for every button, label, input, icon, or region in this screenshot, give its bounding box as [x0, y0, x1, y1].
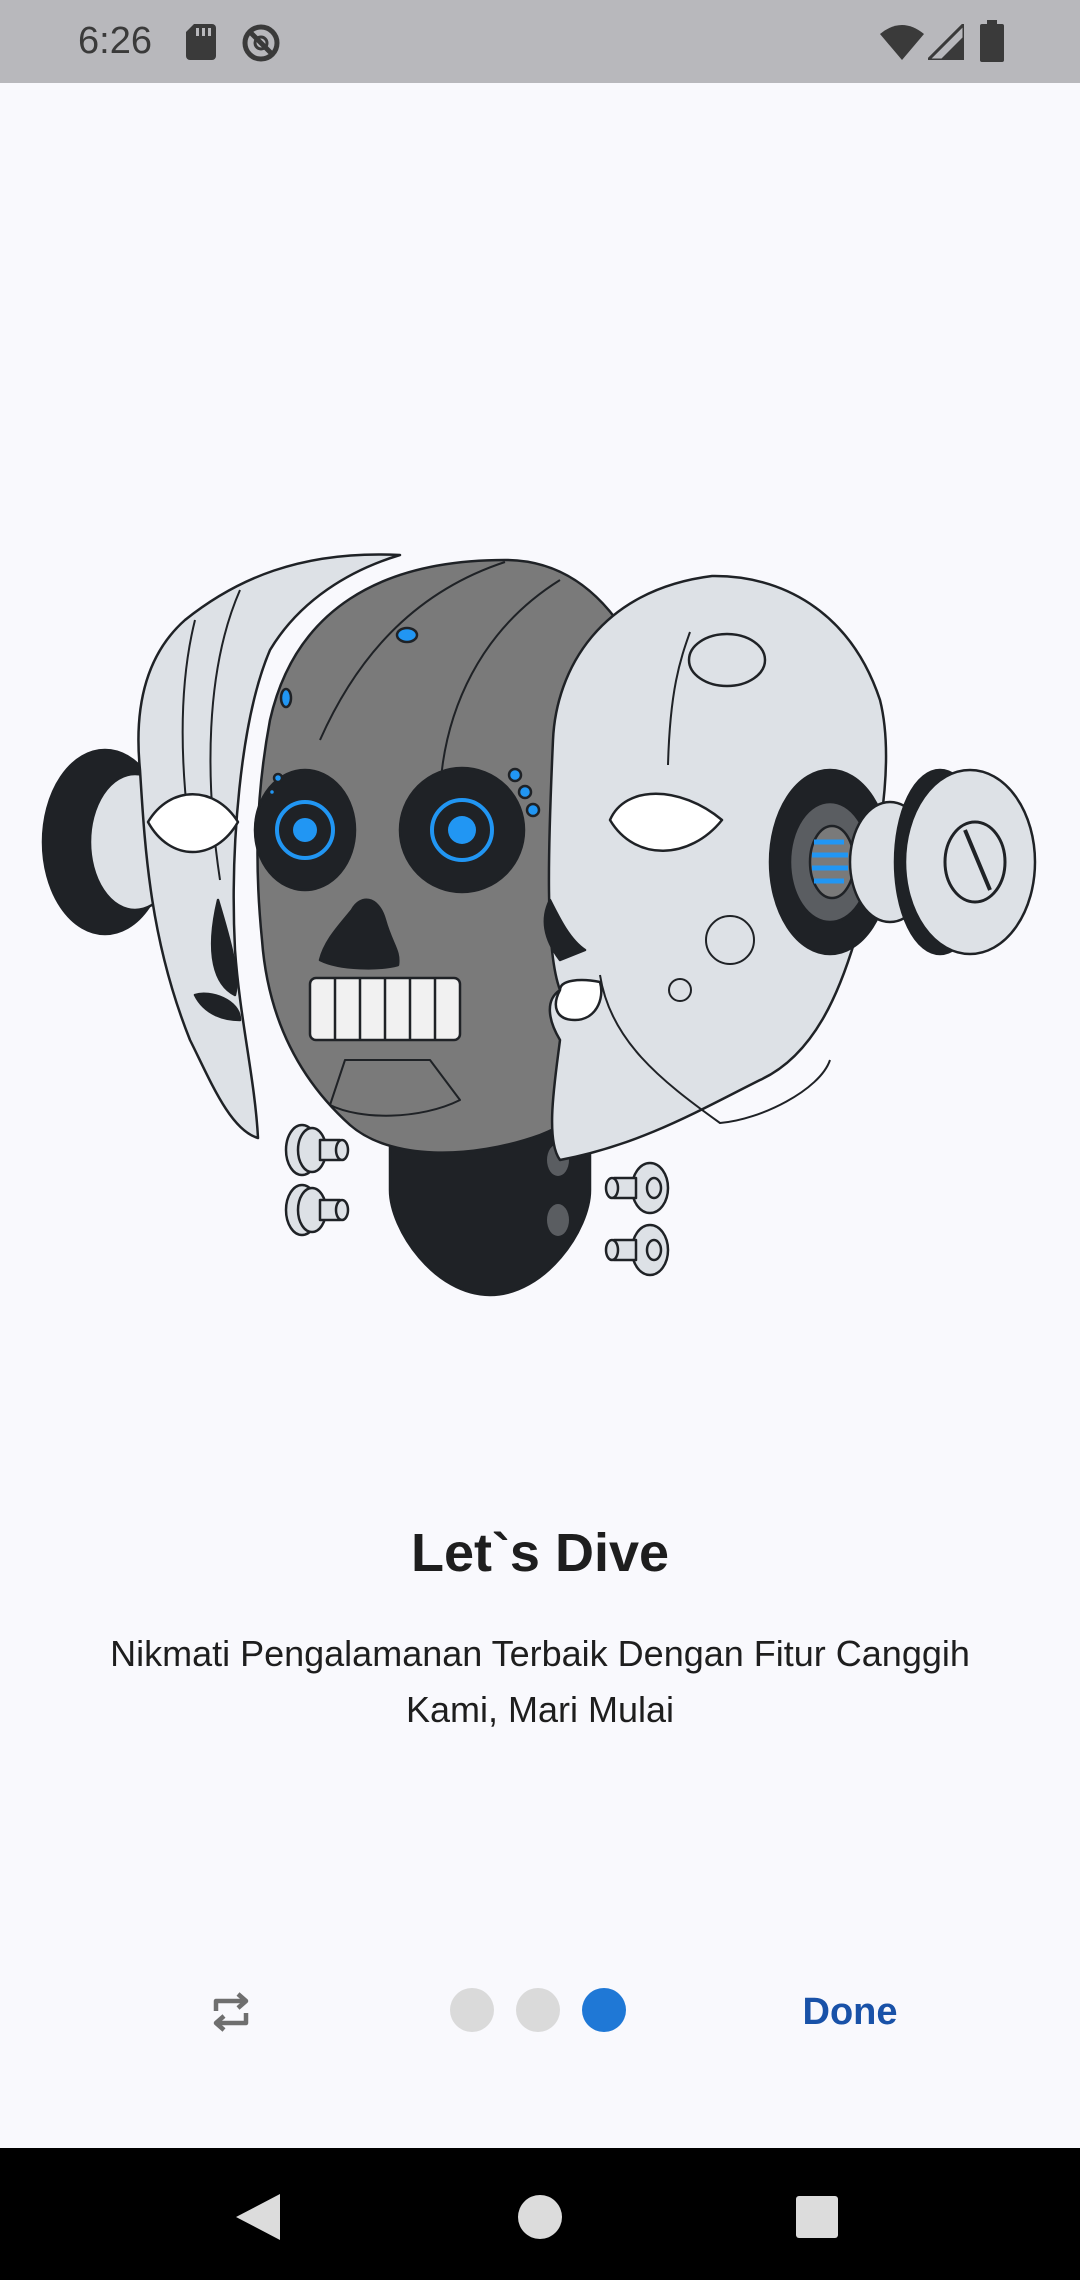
battery-icon [980, 20, 1004, 62]
page-dot-1[interactable] [450, 1988, 494, 2032]
status-bar: 6:26 [0, 0, 1080, 83]
repeat-icon [213, 1992, 249, 2032]
back-icon[interactable] [222, 2182, 292, 2252]
recents-icon[interactable] [782, 2182, 852, 2252]
home-icon[interactable] [505, 2182, 575, 2252]
robot-head-illustration [0, 520, 1080, 1320]
signal-icon [928, 24, 964, 60]
page-indicator [450, 1988, 626, 2034]
page-subtitle: Nikmati Pengalamanan Terbaik Dengan Fitu… [110, 1633, 970, 1730]
status-time: 6:26 [78, 20, 152, 62]
onboarding-controls: Done [0, 1960, 1080, 2060]
page-title: Let`s Dive [410, 1523, 670, 1583]
skip-button[interactable] [190, 1982, 272, 2042]
sd-card-icon [186, 24, 216, 60]
no-sync-icon [242, 24, 280, 62]
robot-head-svg [41, 553, 1037, 1297]
navigation-bar [0, 2148, 1080, 2280]
done-button[interactable]: Done [790, 1982, 910, 2042]
page-dot-2[interactable] [516, 1988, 560, 2032]
page-dot-3-active[interactable] [582, 1988, 626, 2032]
wifi-icon [880, 25, 924, 60]
